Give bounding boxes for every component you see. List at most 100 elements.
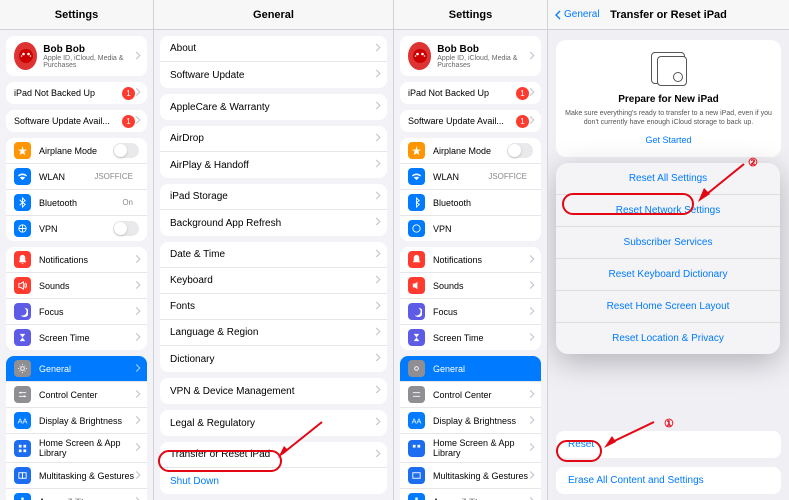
chevron-right-icon (529, 280, 535, 291)
row-storage[interactable]: iPad Storage (160, 184, 387, 210)
chevron-right-icon (529, 88, 535, 99)
row-general[interactable]: General (6, 356, 147, 382)
grid-icon (408, 440, 425, 457)
row-datetime[interactable]: Date & Time (160, 242, 387, 268)
row-screentime[interactable]: Screen Time (6, 325, 147, 350)
sheet-reset-location[interactable]: Reset Location & Privacy (556, 323, 780, 354)
chevron-right-icon (529, 443, 535, 454)
sheet-reset-all[interactable]: Reset All Settings (556, 163, 780, 195)
row-bluetooth[interactable]: BluetoothOn (6, 190, 147, 216)
sheet-reset-home[interactable]: Reset Home Screen Layout (556, 291, 780, 323)
chevron-right-icon (375, 353, 381, 365)
row-accessibility[interactable]: Accessibility (6, 489, 147, 500)
row-about[interactable]: About (160, 36, 387, 62)
settings-header: Settings (0, 0, 153, 30)
sheet-reset-network[interactable]: Reset Network Settings (556, 195, 780, 227)
toggle[interactable] (113, 143, 139, 158)
row-control-center[interactable]: Control Center (400, 382, 541, 408)
prepare-subtitle: Make sure everything's ready to transfer… (564, 109, 773, 127)
chevron-right-icon (375, 43, 381, 55)
row-screentime[interactable]: Screen Time (400, 325, 541, 350)
row-control-center[interactable]: Control Center (6, 382, 147, 408)
row-display[interactable]: AADisplay & Brightness (6, 408, 147, 434)
reset-action-sheet: Reset All Settings Reset Network Setting… (556, 163, 780, 354)
row-airplane[interactable]: Airplane Mode (6, 138, 147, 164)
row-airdrop[interactable]: AirDrop (160, 126, 387, 152)
row-sounds[interactable]: Sounds (6, 273, 147, 299)
row-airplane[interactable]: Airplane Mode (400, 138, 541, 164)
profile-sub: Apple ID, iCloud, Media & Purchases (43, 55, 139, 69)
bell-icon (14, 251, 31, 268)
toggle[interactable] (507, 143, 533, 158)
row-home[interactable]: Home Screen & App Library (6, 434, 147, 463)
get-started-link[interactable]: Get Started (564, 135, 773, 145)
row-sounds[interactable]: Sounds (400, 273, 541, 299)
row-display[interactable]: AADisplay & Brightness (400, 408, 541, 434)
gear-icon (408, 360, 425, 377)
row-keyboard[interactable]: Keyboard (160, 268, 387, 294)
reset-link[interactable]: Reset (556, 431, 781, 458)
row-transfer-reset[interactable]: Transfer or Reset iPad (160, 442, 387, 468)
vpn-icon (408, 220, 425, 237)
row-multitask[interactable]: Multitasking & Gestures (6, 463, 147, 489)
brightness-icon: AA (14, 412, 31, 429)
row-home[interactable]: Home Screen & App Library (400, 434, 541, 463)
chevron-right-icon (135, 254, 141, 265)
chevron-right-icon (529, 306, 535, 317)
chevron-right-icon (135, 116, 141, 127)
row-not-backed-up[interactable]: iPad Not Backed Up1 (400, 82, 541, 104)
moon-icon (14, 303, 31, 320)
row-dictionary[interactable]: Dictionary (160, 346, 387, 372)
toggle[interactable] (113, 221, 139, 236)
row-vpn[interactable]: VPN (6, 216, 147, 241)
row-wlan[interactable]: WLANJSOFFICE (6, 164, 147, 190)
prepare-title: Prepare for New iPad (564, 94, 773, 105)
devices-icon (637, 52, 701, 88)
chevron-right-icon (529, 47, 535, 65)
row-shutdown[interactable]: Shut Down (160, 468, 387, 494)
settings-sidebar-2: Settings Bob BobApple ID, iCloud, Media … (394, 0, 548, 500)
back-button[interactable]: General (554, 0, 600, 30)
row-general[interactable]: General (400, 356, 541, 382)
chevron-right-icon (375, 327, 381, 339)
brightness-icon: AA (408, 412, 425, 429)
row-fonts[interactable]: Fonts (160, 294, 387, 320)
row-legal[interactable]: Legal & Regulatory (160, 410, 387, 436)
row-vpn[interactable]: VPN (400, 216, 541, 241)
row-focus[interactable]: Focus (6, 299, 147, 325)
erase-all-link[interactable]: Erase All Content and Settings (556, 467, 781, 494)
row-language[interactable]: Language & Region (160, 320, 387, 346)
chevron-right-icon (135, 470, 141, 481)
row-multitask[interactable]: Multitasking & Gestures (400, 463, 541, 489)
chevron-right-icon (135, 280, 141, 291)
profile-row[interactable]: Bob BobApple ID, iCloud, Media & Purchas… (400, 36, 541, 76)
row-bg-refresh[interactable]: Background App Refresh (160, 210, 387, 236)
badge-icon: 1 (122, 87, 135, 100)
chevron-right-icon (529, 116, 535, 127)
row-vpn-mgmt[interactable]: VPN & Device Management (160, 378, 387, 404)
row-notifications[interactable]: Notifications (400, 247, 541, 273)
row-focus[interactable]: Focus (400, 299, 541, 325)
wifi-icon (408, 168, 425, 185)
row-notifications[interactable]: Notifications (6, 247, 147, 273)
row-wlan[interactable]: WLANJSOFFICE (400, 164, 541, 190)
row-bluetooth[interactable]: Bluetooth (400, 190, 541, 216)
accessibility-icon (408, 493, 425, 500)
sheet-subscriber[interactable]: Subscriber Services (556, 227, 780, 259)
settings-header: Settings (394, 0, 547, 30)
badge-icon: 1 (516, 87, 529, 100)
row-sw-update[interactable]: Software Update Avail...1 (400, 110, 541, 132)
general-detail-panel: General AboutSoftware Update AppleCare &… (154, 0, 394, 500)
hourglass-icon (14, 329, 31, 346)
chevron-right-icon (529, 496, 535, 500)
row-applecare[interactable]: AppleCare & Warranty (160, 94, 387, 120)
profile-row[interactable]: Bob Bob Apple ID, iCloud, Media & Purcha… (6, 36, 147, 76)
svg-text:AA: AA (18, 416, 28, 425)
row-sw-update[interactable]: Software Update Avail...1 (6, 110, 147, 132)
row-airplay[interactable]: AirPlay & Handoff (160, 152, 387, 178)
row-accessibility[interactable]: Accessibility (400, 489, 541, 500)
annotation-label-2: ② (748, 156, 758, 169)
row-not-backed-up[interactable]: iPad Not Backed Up1 (6, 82, 147, 104)
row-software-update[interactable]: Software Update (160, 62, 387, 88)
sheet-reset-keyboard[interactable]: Reset Keyboard Dictionary (556, 259, 780, 291)
